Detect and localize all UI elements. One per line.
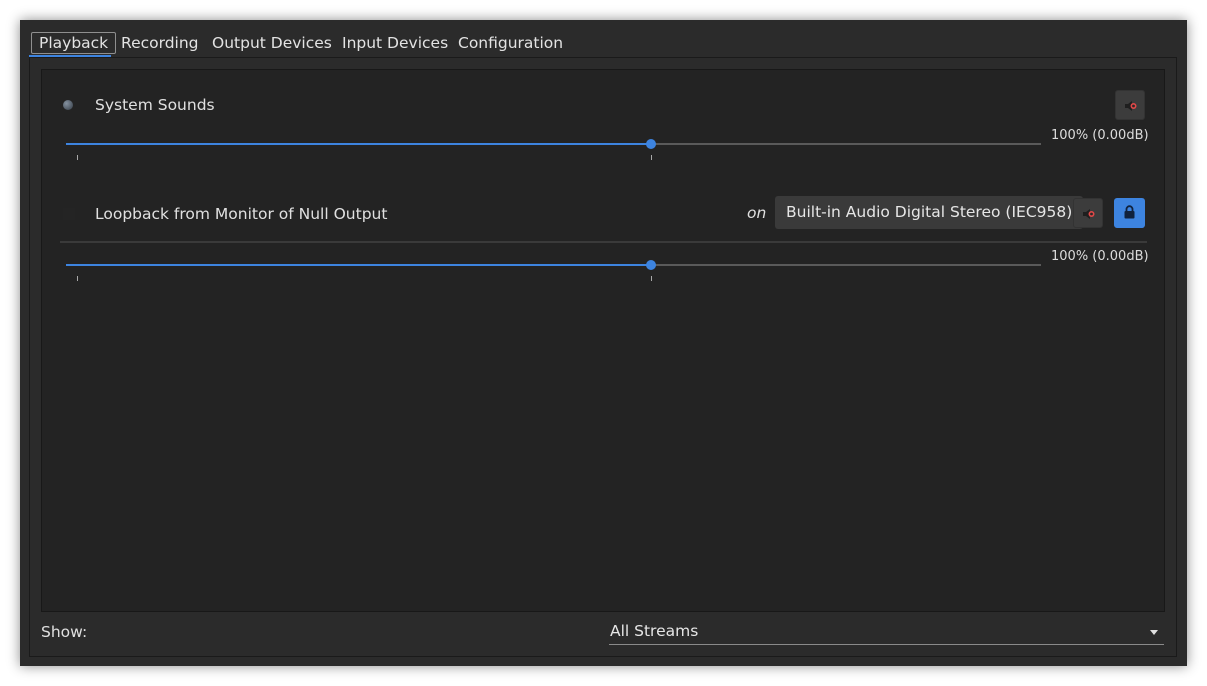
- blank-app-icon: [63, 208, 75, 220]
- silence-tick: [77, 276, 78, 281]
- on-label: on: [747, 204, 767, 222]
- slider-handle[interactable]: [646, 260, 656, 270]
- speaker-mute-icon: [1083, 209, 1095, 219]
- slider-handle[interactable]: [646, 139, 656, 149]
- stream-name: System Sounds: [95, 96, 215, 114]
- dropdown-value: All Streams: [610, 622, 699, 640]
- lock-channels-button[interactable]: [1114, 198, 1145, 228]
- tab-output-devices[interactable]: Output Devices: [205, 32, 339, 54]
- tab-bar: Playback Recording Output Devices Input …: [29, 20, 1177, 58]
- mute-button[interactable]: [1115, 90, 1145, 120]
- chevron-down-icon: [1150, 630, 1158, 635]
- 100-percent-tick: [651, 155, 652, 160]
- channel-divider: [60, 241, 1147, 243]
- show-label: Show:: [41, 623, 88, 641]
- volume-value-label: 100% (0.00dB): [1051, 249, 1149, 264]
- mute-button[interactable]: [1073, 198, 1103, 228]
- stream-filter-dropdown[interactable]: All Streams: [609, 621, 1164, 645]
- volume-value-label: 100% (0.00dB): [1051, 128, 1149, 143]
- stream-name: Loopback from Monitor of Null Output: [95, 205, 388, 223]
- tab-input-devices[interactable]: Input Devices: [335, 32, 455, 54]
- slider-fill: [66, 143, 651, 145]
- tab-playback[interactable]: Playback: [31, 32, 117, 54]
- slider-fill: [66, 264, 651, 266]
- silence-tick: [77, 155, 78, 160]
- volume-slider[interactable]: [66, 135, 1041, 155]
- 100-percent-tick: [651, 276, 652, 281]
- tab-configuration[interactable]: Configuration: [451, 32, 570, 54]
- system-sounds-dot-icon: [63, 100, 73, 110]
- tab-recording[interactable]: Recording: [114, 32, 206, 54]
- lock-icon: [1124, 205, 1135, 219]
- volume-slider[interactable]: [66, 256, 1041, 276]
- playback-stream-list: System Sounds 100% (0.00dB) Loopback fro…: [41, 69, 1165, 612]
- speaker-mute-icon: [1125, 101, 1137, 111]
- pulseaudio-volume-control-window: Playback Recording Output Devices Input …: [20, 20, 1187, 666]
- output-device-button[interactable]: Built-in Audio Digital Stereo (IEC958): [775, 196, 1084, 229]
